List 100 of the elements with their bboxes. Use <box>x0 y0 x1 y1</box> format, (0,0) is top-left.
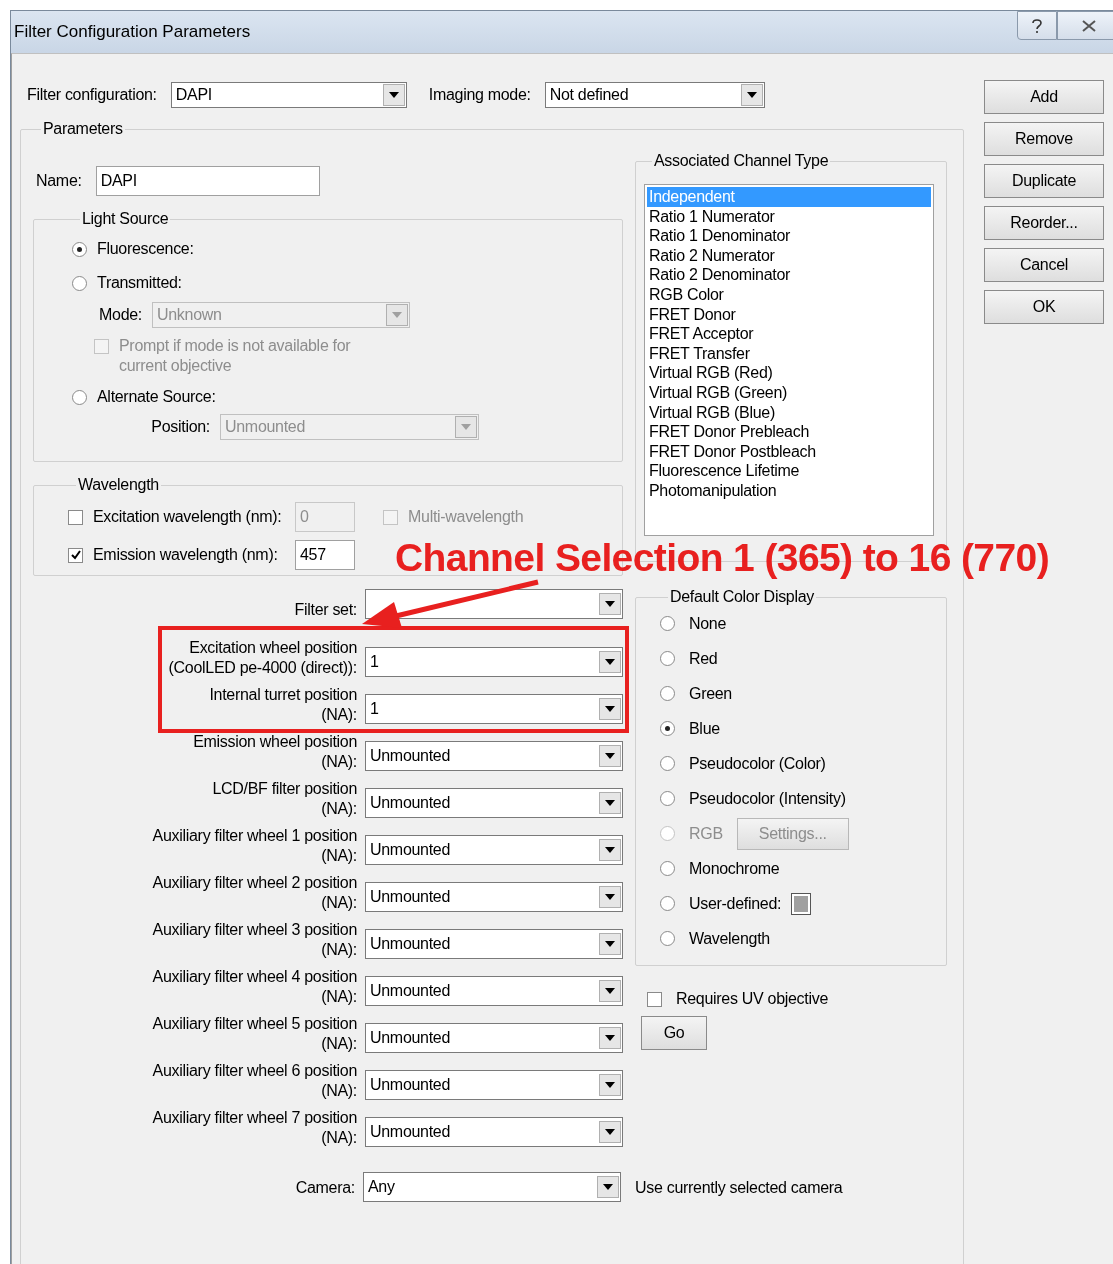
field-label: Mode: <box>98 306 142 324</box>
field-label: Camera: <box>294 1177 355 1198</box>
radio-button[interactable] <box>660 931 675 946</box>
option-label: Alternate Source: <box>97 388 216 406</box>
caret-icon <box>603 1184 613 1190</box>
checkbox-label: Excitation wavelength (nm): <box>93 508 283 526</box>
caret-icon <box>461 424 471 430</box>
window-title: Filter Configuration Parameters <box>14 22 251 42</box>
checkbox[interactable] <box>68 547 83 563</box>
radio-button[interactable] <box>660 686 675 701</box>
caret-icon <box>605 941 615 947</box>
radio-button[interactable] <box>660 721 675 736</box>
list-item[interactable]: FRET Donor Prebleach <box>647 422 931 442</box>
list-item[interactable]: Fluorescence Lifetime <box>647 461 931 481</box>
group-title: Wavelength <box>77 476 160 494</box>
list-item[interactable]: FRET Acceptor <box>647 324 931 344</box>
radio-button[interactable] <box>660 896 675 911</box>
field-label: LCD/BF filter position (NA): <box>212 779 357 819</box>
dialog-button[interactable]: Add <box>984 80 1104 114</box>
dropdown[interactable]: Unmounted <box>365 882 623 912</box>
list-item[interactable]: Virtual RGB (Blue) <box>647 402 931 423</box>
field-label: Filter configuration: <box>27 86 157 104</box>
radio-button[interactable] <box>72 389 87 405</box>
caret-icon <box>605 1082 615 1088</box>
list-item[interactable]: Photomanipulation <box>647 480 931 501</box>
field-label: Excitation wheel position (CoolLED pe-4000 (direct)): <box>168 638 357 678</box>
wavelength-field[interactable]: 457 <box>295 540 355 570</box>
dropdown[interactable]: Unmounted <box>365 1117 623 1147</box>
dropdown[interactable]: 1 <box>365 694 623 724</box>
caret-icon <box>605 1035 615 1041</box>
dropdown[interactable]: Not defined <box>544 82 765 108</box>
checkbox[interactable] <box>647 991 662 1007</box>
list-item[interactable]: Virtual RGB (Red) <box>647 363 931 383</box>
caret-icon <box>392 312 402 318</box>
caret-icon <box>388 92 399 98</box>
dropdown[interactable]: Unmounted <box>365 976 623 1006</box>
field-label: Auxiliary filter wheel 6 position (NA): <box>152 1061 357 1101</box>
radio-button[interactable] <box>72 275 87 291</box>
list-item[interactable]: Ratio 2 Denominator <box>647 265 931 285</box>
checkbox-label: Multi-wavelength <box>408 508 524 526</box>
dropdown[interactable]: Unmounted <box>365 741 623 771</box>
list-item[interactable]: FRET Donor Postbleach <box>647 441 931 462</box>
option-label: Green <box>689 684 732 703</box>
close-button[interactable] <box>1057 11 1113 40</box>
radio-button[interactable] <box>660 756 675 771</box>
option-label: Monochrome <box>689 859 780 878</box>
field-label: Auxiliary filter wheel 2 position (NA): <box>152 873 357 913</box>
field-label: Emission wheel position (NA): <box>193 732 357 772</box>
dropdown[interactable]: Unmounted <box>365 1023 623 1053</box>
dropdown[interactable]: Unmounted <box>365 1070 623 1100</box>
list-item[interactable]: Ratio 2 Numerator <box>647 245 931 266</box>
radio-button[interactable] <box>660 651 675 666</box>
radio-button[interactable] <box>660 616 675 631</box>
radio-button[interactable] <box>660 791 675 806</box>
field-label: Filter set: <box>294 600 357 620</box>
go-button[interactable]: Go <box>641 1016 707 1050</box>
dialog-button[interactable]: OK <box>984 290 1104 324</box>
radio-button[interactable] <box>72 241 87 257</box>
dropdown[interactable]: 1 <box>365 647 623 677</box>
help-icon <box>1031 17 1043 34</box>
group-title: Parameters <box>42 120 124 138</box>
caret-icon <box>605 847 615 853</box>
caret-icon <box>605 800 615 806</box>
radio-button[interactable] <box>660 861 675 876</box>
dialog-button[interactable]: Cancel <box>984 248 1104 282</box>
help-button[interactable] <box>1017 11 1057 40</box>
option-label: User-defined: <box>689 894 782 913</box>
list-item[interactable]: Virtual RGB (Green) <box>647 382 931 403</box>
dropdown[interactable]: Any <box>363 1172 621 1202</box>
option-label: None <box>689 614 727 633</box>
dropdown[interactable]: DAPI <box>170 82 407 108</box>
dialog-button[interactable]: Reorder... <box>984 206 1104 240</box>
caret-icon <box>605 894 615 900</box>
option-label: Pseudocolor (Intensity) <box>689 789 846 808</box>
dropdown[interactable]: Unmounted <box>365 835 623 865</box>
field-label: Internal turret position (NA): <box>209 685 357 725</box>
dialog-button[interactable]: Duplicate <box>984 164 1104 198</box>
list-item[interactable]: Ratio 1 Numerator <box>647 206 931 227</box>
dialog-button[interactable]: Remove <box>984 122 1104 156</box>
list-item[interactable]: FRET Transfer <box>647 343 931 364</box>
dropdown[interactable]: Unmounted <box>365 788 623 818</box>
field-label: Imaging mode: <box>428 86 531 104</box>
option-label: RGB <box>689 824 723 843</box>
camera-note: Use currently selected camera <box>635 1178 843 1197</box>
checkbox-label: Emission wavelength (nm): <box>93 546 279 564</box>
list-item[interactable]: Ratio 1 Denominator <box>647 226 931 246</box>
caret-icon <box>605 988 615 994</box>
field-label: Auxiliary filter wheel 3 position (NA): <box>152 920 357 960</box>
list-item[interactable]: RGB Color <box>647 284 931 305</box>
group-title: Default Color Display <box>669 588 815 606</box>
close-icon <box>1081 19 1097 32</box>
option-label: Fluorescence: <box>97 240 194 258</box>
field-label: Name: <box>36 172 82 190</box>
name-field[interactable]: DAPI <box>95 166 320 196</box>
caret-icon <box>605 1129 615 1135</box>
list-item[interactable]: FRET Donor <box>647 304 931 325</box>
color-swatch[interactable] <box>791 892 812 915</box>
caret-icon <box>746 92 757 98</box>
dropdown[interactable]: Unmounted <box>365 929 623 959</box>
caret-icon <box>605 659 615 665</box>
